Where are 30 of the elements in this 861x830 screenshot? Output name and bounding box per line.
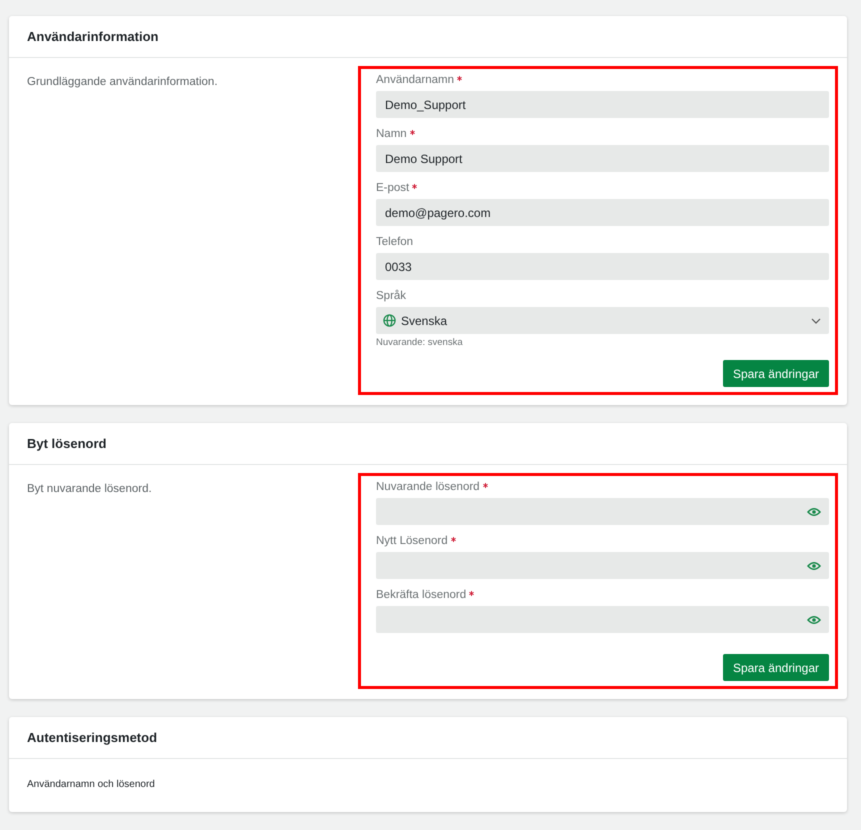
input-field[interactable]: Demo_Support bbox=[376, 91, 829, 118]
globe-icon bbox=[383, 314, 396, 327]
field-hint: Nuvarande: svenska bbox=[376, 337, 464, 348]
password-field[interactable] bbox=[376, 552, 829, 579]
field-label: Nuvarande lösenord bbox=[376, 481, 480, 493]
language-select[interactable]: Svenska bbox=[376, 307, 829, 334]
save-button[interactable]: Spara ändringar bbox=[722, 360, 829, 387]
field-label: Användarnamn bbox=[376, 74, 454, 86]
eye-icon[interactable] bbox=[807, 560, 821, 570]
field-label: Nytt Lösenord bbox=[376, 535, 448, 547]
eye-icon[interactable] bbox=[807, 506, 821, 516]
auth-method-text: Användarnamn och lösenord bbox=[27, 778, 155, 792]
password-field[interactable] bbox=[376, 606, 829, 633]
input-field[interactable]: 0033 bbox=[376, 253, 829, 280]
eye-icon[interactable] bbox=[807, 614, 821, 624]
password-field[interactable] bbox=[376, 498, 829, 525]
input-field[interactable]: Demo Support bbox=[376, 145, 829, 172]
card-title: Byt lösenord bbox=[27, 436, 106, 451]
card-title: Autentiseringsmetod bbox=[27, 730, 158, 745]
card-title: Användarinformation bbox=[27, 29, 158, 44]
save-button[interactable]: Spara ändringar bbox=[722, 654, 829, 681]
chevron-down-icon[interactable] bbox=[811, 318, 821, 324]
card-description: Byt nuvarande lösenord. bbox=[27, 483, 153, 497]
input-field[interactable]: demo@pagero.com bbox=[376, 199, 829, 226]
field-label: Namn bbox=[376, 128, 407, 140]
field-label: Bekräfta lösenord bbox=[376, 589, 466, 601]
card-description: Grundläggande användarinformation. bbox=[27, 76, 219, 90]
field-label: Språk bbox=[376, 290, 406, 302]
field-label: Telefon bbox=[376, 236, 414, 248]
field-label: E-post bbox=[376, 182, 410, 194]
